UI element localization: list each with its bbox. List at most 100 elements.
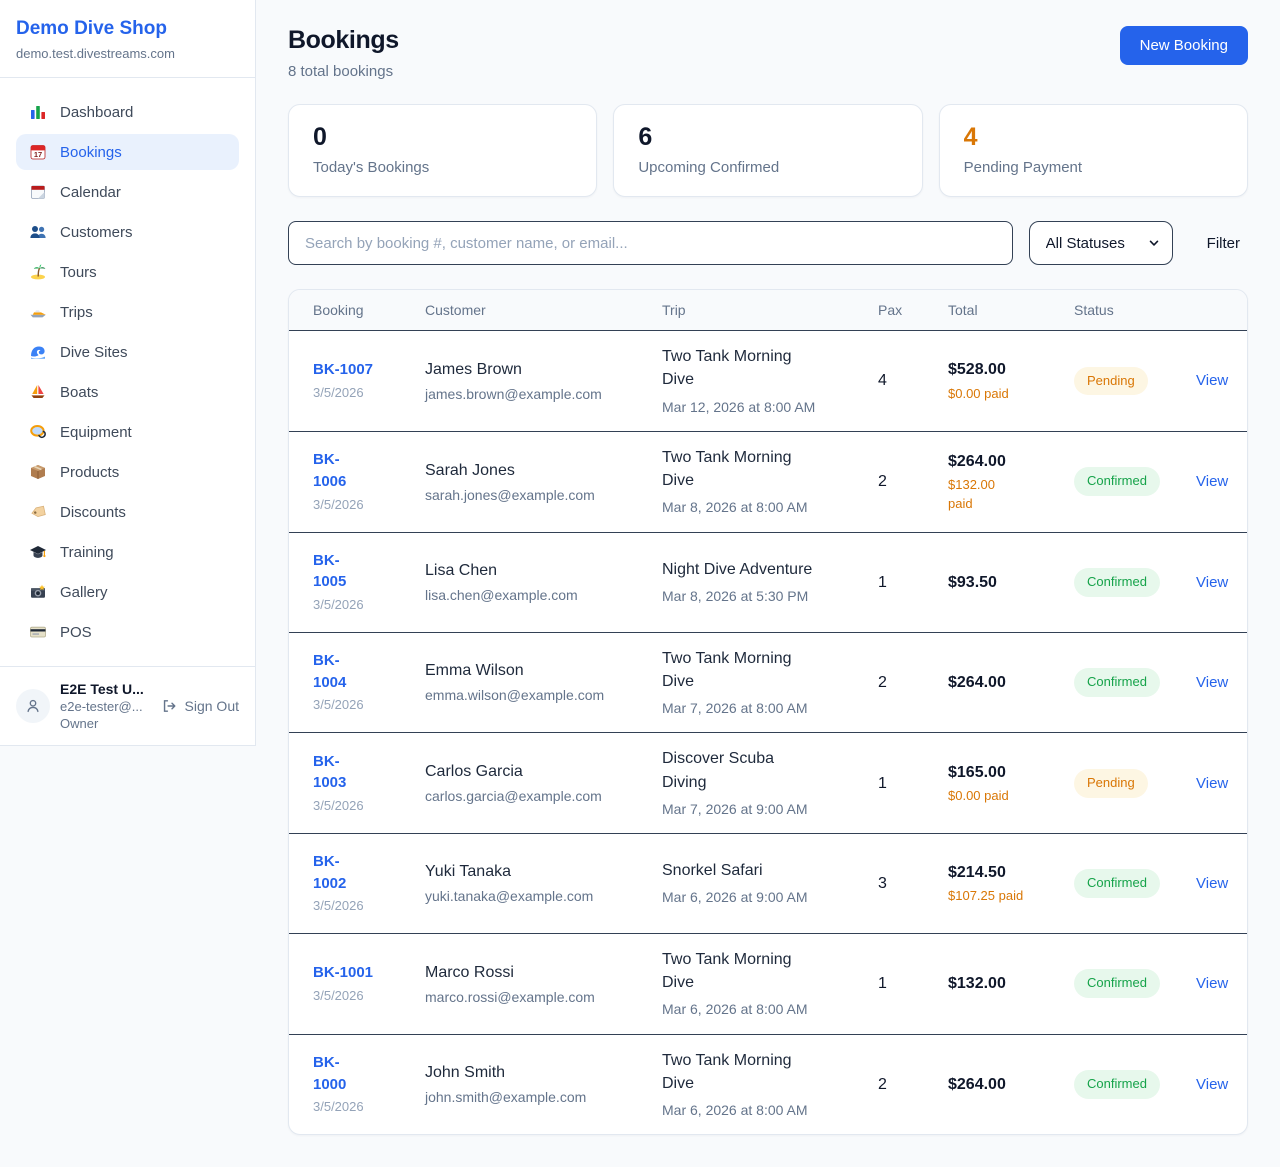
view-link[interactable]: View <box>1196 674 1228 691</box>
trip-datetime: Mar 8, 2026 at 5:30 PM <box>662 586 862 606</box>
status-badge: Confirmed <box>1074 969 1160 998</box>
svg-text:17: 17 <box>34 150 42 159</box>
sidebar-item-discounts[interactable]: Discounts <box>16 494 239 530</box>
actions-cell: View <box>1196 470 1247 493</box>
sidebar-item-calendar[interactable]: Calendar <box>16 174 239 210</box>
booking-id-link[interactable]: BK- 1003 <box>313 751 409 795</box>
sidebar-item-training[interactable]: Training <box>16 534 239 570</box>
stat-value: 6 <box>638 123 897 152</box>
booking-date: 3/5/2026 <box>313 496 409 515</box>
view-link[interactable]: View <box>1196 775 1228 792</box>
customer-cell: Lisa Chenlisa.chen@example.com <box>425 559 662 605</box>
pax-count: 2 <box>878 1073 948 1096</box>
status-cell: Pending <box>1074 769 1196 798</box>
sidebar-item-label: Dive Sites <box>60 344 128 361</box>
customer-name: Sarah Jones <box>425 459 646 482</box>
sidebar-item-trips[interactable]: Trips <box>16 294 239 330</box>
booking-id-link[interactable]: BK- 1004 <box>313 650 409 694</box>
view-link[interactable]: View <box>1196 975 1228 992</box>
view-link[interactable]: View <box>1196 574 1228 591</box>
new-booking-button[interactable]: New Booking <box>1120 26 1248 65</box>
trip-cell: Discover Scuba Diving Mar 7, 2026 at 9:00… <box>662 747 878 819</box>
column-header: Booking <box>313 302 425 318</box>
stat-value: 4 <box>964 123 1223 152</box>
view-link[interactable]: View <box>1196 1076 1228 1093</box>
total-cell: $528.00$0.00 paid <box>948 358 1074 403</box>
pax-count: 2 <box>878 470 948 493</box>
avatar <box>16 689 50 723</box>
customer-cell: John Smithjohn.smith@example.com <box>425 1061 662 1107</box>
user-email: e2e-tester@... <box>60 699 144 714</box>
total-cell: $264.00 <box>948 671 1074 694</box>
actions-cell: View <box>1196 571 1247 594</box>
page-subtitle: 8 total bookings <box>288 63 399 80</box>
logout-icon <box>159 697 179 715</box>
status-filter-select[interactable]: All Statuses <box>1029 221 1173 265</box>
filter-button[interactable]: Filter <box>1199 229 1248 258</box>
trip-name: Discover Scuba Diving <box>662 747 862 793</box>
table-row: BK- 10033/5/2026Carlos Garciacarlos.garc… <box>289 732 1247 833</box>
customer-email: yuki.tanaka@example.com <box>425 886 646 906</box>
booking-date: 3/5/2026 <box>313 596 409 615</box>
booking-id-link[interactable]: BK- 1002 <box>313 851 409 895</box>
pax-count: 1 <box>878 571 948 594</box>
view-link[interactable]: View <box>1196 875 1228 892</box>
sidebar-item-customers[interactable]: Customers <box>16 214 239 250</box>
sidebar-item-dive-sites[interactable]: Dive Sites <box>16 334 239 370</box>
customer-name: Emma Wilson <box>425 659 646 682</box>
sidebar-item-products[interactable]: Products <box>16 454 239 490</box>
paid-amount: $0.00 paid <box>948 787 1058 806</box>
dive-mask-icon <box>28 423 48 441</box>
sign-out-button[interactable]: Sign Out <box>159 697 239 715</box>
bar-chart-icon <box>28 103 48 121</box>
sidebar-item-gallery[interactable]: Gallery <box>16 574 239 610</box>
booking-date: 3/5/2026 <box>313 1098 409 1117</box>
booking-cell: BK-10013/5/2026 <box>313 962 425 1006</box>
view-link[interactable]: View <box>1196 473 1228 490</box>
sidebar-item-bookings[interactable]: 17Bookings <box>16 134 239 170</box>
booking-id-link[interactable]: BK- 1000 <box>313 1052 409 1096</box>
trip-datetime: Mar 7, 2026 at 9:00 AM <box>662 799 862 819</box>
booking-id-link[interactable]: BK- 1005 <box>313 550 409 594</box>
booking-date: 3/5/2026 <box>313 696 409 715</box>
search-input[interactable] <box>288 221 1013 265</box>
trip-datetime: Mar 7, 2026 at 8:00 AM <box>662 698 862 718</box>
stat-value: 0 <box>313 123 572 152</box>
graduation-cap-icon <box>28 543 48 561</box>
sidebar-item-boats[interactable]: Boats <box>16 374 239 410</box>
table-row: BK- 10023/5/2026Yuki Tanakayuki.tanaka@e… <box>289 833 1247 933</box>
column-header: Total <box>948 302 1074 318</box>
sidebar: Demo Dive Shop demo.test.divestreams.com… <box>0 0 256 746</box>
calendar-pad-icon <box>28 183 48 201</box>
camera-icon <box>28 583 48 601</box>
status-badge: Confirmed <box>1074 467 1160 496</box>
table-row: BK- 10043/5/2026Emma Wilsonemma.wilson@e… <box>289 632 1247 733</box>
customer-name: James Brown <box>425 358 646 381</box>
actions-cell: View <box>1196 1073 1247 1096</box>
sidebar-item-equipment[interactable]: Equipment <box>16 414 239 450</box>
pax-count: 3 <box>878 872 948 895</box>
status-badge: Confirmed <box>1074 668 1160 697</box>
paid-amount: $107.25 paid <box>948 887 1058 906</box>
sailboat-icon <box>28 383 48 401</box>
customer-name: Yuki Tanaka <box>425 860 646 883</box>
sidebar-item-dashboard[interactable]: Dashboard <box>16 94 239 130</box>
sidebar-item-tours[interactable]: Tours <box>16 254 239 290</box>
booking-id-link[interactable]: BK-1007 <box>313 359 409 381</box>
booking-id-link[interactable]: BK-1001 <box>313 962 409 984</box>
sidebar-item-label: Boats <box>60 384 98 401</box>
trip-name: Night Dive Adventure <box>662 558 862 581</box>
pax-count: 2 <box>878 671 948 694</box>
sidebar-item-pos[interactable]: POS <box>16 614 239 650</box>
view-link[interactable]: View <box>1196 372 1228 389</box>
status-badge: Confirmed <box>1074 869 1160 898</box>
table-header-row: BookingCustomerTripPaxTotalStatus <box>289 290 1247 331</box>
total-cell: $132.00 <box>948 972 1074 995</box>
sidebar-item-label: POS <box>60 624 92 641</box>
total-amount: $528.00 <box>948 358 1058 381</box>
customer-cell: Marco Rossimarco.rossi@example.com <box>425 961 662 1007</box>
status-badge: Confirmed <box>1074 1070 1160 1099</box>
user-meta: E2E Test U... e2e-tester@... Owner <box>60 681 144 731</box>
actions-cell: View <box>1196 872 1247 895</box>
booking-id-link[interactable]: BK- 1006 <box>313 449 409 493</box>
